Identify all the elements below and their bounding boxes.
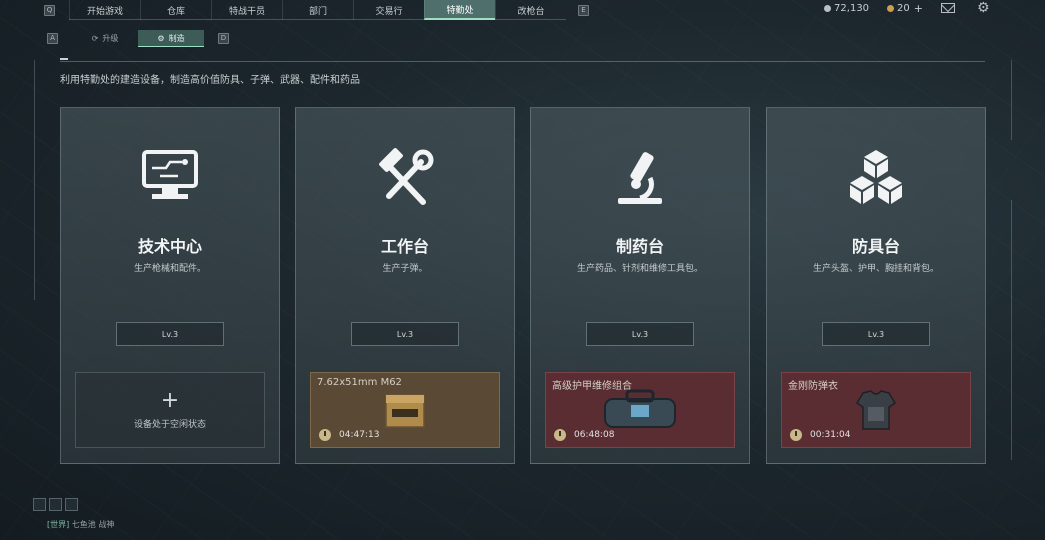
frame-line-right-lower xyxy=(1011,200,1012,460)
idle-status: 设备处于空闲状态 xyxy=(133,419,206,430)
currency-secondary-value: 20 xyxy=(897,2,910,14)
production-slot[interactable]: 金刚防弹衣 00:31:04 xyxy=(781,372,971,448)
clock-icon xyxy=(319,429,331,441)
timer-value: 04:47:13 xyxy=(339,430,380,440)
subtab-craft-label: 制造 xyxy=(168,33,185,43)
upgrade-icon: ⟳ xyxy=(91,34,99,43)
currency-primary-value: 72,130 xyxy=(834,2,870,14)
timer-value: 06:48:08 xyxy=(574,430,615,440)
card-pharmacy[interactable]: 制药台 生产药品、针剂和维修工具包。 Lv.3 高级护甲维修组合 06:48:0… xyxy=(530,107,750,464)
card-subtitle: 生产药品、针剂和维修工具包。 xyxy=(576,264,703,274)
repair-kit-bag-icon xyxy=(601,387,679,435)
sub-navigation: A ⟳ 升级 ⚙ 制造 D xyxy=(47,30,229,47)
chat-message: 战神 xyxy=(98,520,115,529)
tab-gunsmith[interactable]: 改枪台 xyxy=(495,0,566,20)
chat-channel: [世界] xyxy=(47,520,70,529)
card-title: 技术中心 xyxy=(137,237,202,256)
key-hint-right[interactable]: E xyxy=(578,4,589,16)
bottom-quick-icons xyxy=(33,498,78,511)
divider-marker xyxy=(60,58,68,60)
chat-line[interactable]: [世界] 七鱼池 战神 xyxy=(47,519,114,530)
subtab-upgrade[interactable]: ⟳ 升级 xyxy=(72,30,138,47)
page-description: 利用特勤处的建造设备，制造高价值防具、子弹、武器、配件和药品 xyxy=(60,75,360,86)
production-slot[interactable]: 7.62x51mm M62 04:47:13 xyxy=(310,372,500,448)
card-armor-bench[interactable]: 防具台 生产头盔、护甲、胸挂和背包。 Lv.3 金刚防弹衣 00:31:04 xyxy=(766,107,986,464)
currency-secondary[interactable]: 20 + xyxy=(887,2,923,15)
card-title: 工作台 xyxy=(380,237,429,256)
level-badge: Lv.3 xyxy=(116,322,224,346)
body-armor-icon xyxy=(853,387,899,437)
microscope-icon xyxy=(531,148,749,208)
top-navigation: Q 开始游戏 仓库 特战干员 部门 交易行 特勤处 改枪台 E xyxy=(44,0,589,20)
clock-icon xyxy=(790,429,802,441)
gold-coin-icon xyxy=(887,4,895,12)
quick-slot-icon[interactable] xyxy=(49,498,62,511)
timer-value: 00:31:04 xyxy=(810,430,851,440)
top-right-bar: 72,130 20 + ⚙ xyxy=(824,0,1045,16)
craft-icon: ⚙ xyxy=(157,33,165,43)
add-currency-icon[interactable]: + xyxy=(914,2,923,15)
card-workbench[interactable]: 工作台 生产子弹。 Lv.3 7.62x51mm M62 04:47:13 xyxy=(295,107,515,464)
tab-special-ops[interactable]: 特勤处 xyxy=(424,0,495,20)
main-tabs: 开始游戏 仓库 特战干员 部门 交易行 特勤处 改枪台 xyxy=(69,0,566,20)
tab-operators[interactable]: 特战干员 xyxy=(211,0,282,20)
mail-icon[interactable] xyxy=(941,3,955,13)
silver-coin-icon xyxy=(824,4,832,12)
timer: 00:31:04 xyxy=(790,429,850,441)
card-title: 防具台 xyxy=(851,237,900,256)
level-badge: Lv.3 xyxy=(822,322,930,346)
frame-line-left xyxy=(34,60,35,300)
subtab-craft[interactable]: ⚙ 制造 xyxy=(138,30,204,47)
tab-department[interactable]: 部门 xyxy=(282,0,353,20)
sub-tabs: ⟳ 升级 ⚙ 制造 xyxy=(72,30,204,47)
clock-icon xyxy=(554,429,566,441)
timer: 04:47:13 xyxy=(319,429,379,441)
chat-sender: 七鱼池 xyxy=(71,520,96,529)
level-badge: Lv.3 xyxy=(351,322,459,346)
card-tech-center[interactable]: 技术中心 生产枪械和配件。 Lv.3 + 设备处于空闲状态 xyxy=(60,107,280,464)
add-icon: + xyxy=(160,387,180,413)
production-slot-idle[interactable]: + 设备处于空闲状态 xyxy=(75,372,265,448)
key-hint-sub-left[interactable]: A xyxy=(47,33,58,44)
quick-slot-icon[interactable] xyxy=(65,498,78,511)
production-slot[interactable]: 高级护甲维修组合 06:48:08 xyxy=(545,372,735,448)
tab-warehouse[interactable]: 仓库 xyxy=(140,0,211,20)
divider xyxy=(60,61,985,62)
card-subtitle: 生产头盔、护甲、胸挂和背包。 xyxy=(812,264,939,274)
hammer-wrench-icon xyxy=(296,148,514,208)
key-hint-sub-right[interactable]: D xyxy=(218,33,229,44)
frame-line-right xyxy=(1011,60,1012,140)
quick-slot-icon[interactable] xyxy=(33,498,46,511)
card-title: 制药台 xyxy=(615,237,664,256)
item-name: 金刚防弹衣 xyxy=(788,381,838,392)
computer-icon xyxy=(61,148,279,208)
tab-trading[interactable]: 交易行 xyxy=(353,0,424,20)
key-hint-left[interactable]: Q xyxy=(44,4,55,16)
level-badge: Lv.3 xyxy=(586,322,694,346)
currency-primary: 72,130 xyxy=(824,3,869,14)
card-subtitle: 生产枪械和配件。 xyxy=(133,264,206,274)
tab-start-game[interactable]: 开始游戏 xyxy=(69,0,140,20)
subtab-upgrade-label: 升级 xyxy=(102,34,119,43)
ammo-box-icon xyxy=(382,387,428,435)
timer: 06:48:08 xyxy=(554,429,614,441)
boxes-icon xyxy=(767,148,985,208)
gear-icon[interactable]: ⚙ xyxy=(977,1,991,15)
card-subtitle: 生产子弹。 xyxy=(382,264,428,274)
